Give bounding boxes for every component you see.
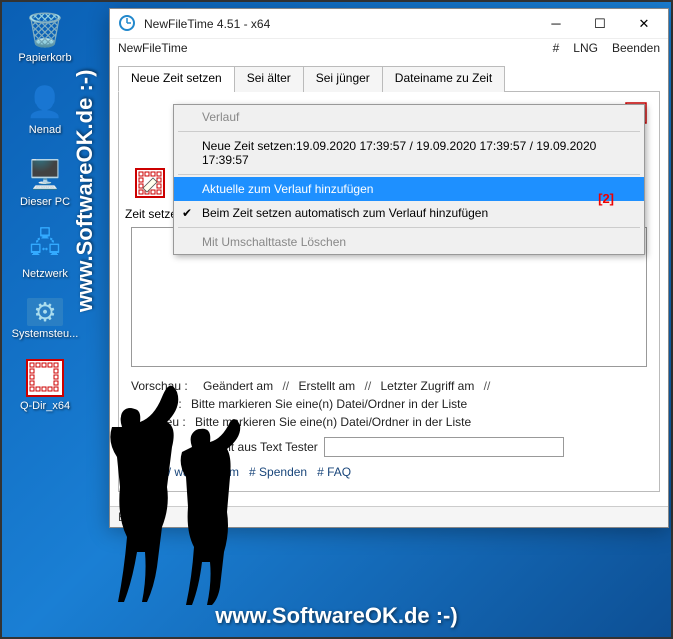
menu-item-verlauf: Verlauf xyxy=(174,105,644,129)
preview-info: Vorschau : Geändert am // Erstellt am //… xyxy=(131,377,647,479)
checkmark-icon: ✔ xyxy=(182,206,192,220)
tabs-area: Neue Zeit setzen Sei älter Sei jünger Da… xyxy=(110,59,668,492)
tabs: Neue Zeit setzen Sei älter Sei jünger Da… xyxy=(118,65,660,92)
history-dropdown-menu: Verlauf Neue Zeit setzen:19.09.2020 17:3… xyxy=(173,104,645,255)
neu-label: Neu : xyxy=(157,415,186,429)
watermark-bottom: www.SoftwareOK.de :-) xyxy=(215,603,457,629)
tab-sei-juenger[interactable]: Sei jünger xyxy=(303,66,383,92)
menu-hash[interactable]: # xyxy=(553,41,560,55)
control-panel-icon: ⚙ xyxy=(27,298,63,326)
erstellt-label: Erstellt am xyxy=(298,379,355,393)
tab-dateiname-zu-zeit[interactable]: Dateiname zu Zeit xyxy=(382,66,505,92)
alt-text: Bitte markieren Sie eine(n) Datei/Ordner… xyxy=(191,397,467,411)
maximize-button[interactable]: ☐ xyxy=(578,10,622,38)
menu-separator xyxy=(178,174,640,175)
app-icon xyxy=(118,14,138,34)
desktop-icon-nenad[interactable]: 👤 Nenad xyxy=(10,82,80,136)
window-title: NewFileTime 4.51 - x64 xyxy=(144,17,534,31)
desktop-icon-label: Netzwerk xyxy=(22,268,68,280)
menu-item-history-entry[interactable]: Neue Zeit setzen:19.09.2020 17:39:57 / 1… xyxy=(174,134,644,172)
menu-item-auto-add[interactable]: ✔ Beim Zeit setzen automatisch zum Verla… xyxy=(174,201,644,225)
network-icon: 🖧 xyxy=(25,226,65,266)
computer-icon: 🖥️ xyxy=(25,154,65,194)
link-site[interactable]: # http:// wareok.com xyxy=(131,465,239,479)
menu-item-add-current[interactable]: Aktuelle zum Verlauf hinzufügen xyxy=(174,177,644,201)
desktop-icon-systemsteuerung[interactable]: ⚙ Systemsteu... xyxy=(10,298,80,340)
tester-label: Zeit aus Text Tester xyxy=(214,440,318,454)
desktop-icon-label: Systemsteu... xyxy=(12,328,79,340)
link-faq[interactable]: # FAQ xyxy=(317,465,351,479)
desktop-icons: 🗑️ Papierkorb 👤 Nenad 🖥️ Dieser PC 🖧 Net… xyxy=(10,10,80,412)
desktop-icon-papierkorb[interactable]: 🗑️ Papierkorb xyxy=(10,10,80,64)
menu-item-label: Beim Zeit setzen automatisch zum Verlauf… xyxy=(202,206,488,220)
alt-label: Alt : xyxy=(161,397,182,411)
neu-text: Bitte markieren Sie eine(n) Datei/Ordner… xyxy=(195,415,471,429)
desktop-icon-qdir[interactable]: Q-Dir_x64 xyxy=(10,358,80,412)
minimize-button[interactable]: ─ xyxy=(534,10,578,38)
desktop-icon-label: Q-Dir_x64 xyxy=(20,400,70,412)
watermark-side: www.SoftwareOK.de :-) xyxy=(72,70,98,312)
menu-separator xyxy=(178,227,640,228)
titlebar: NewFileTime 4.51 - x64 ─ ☐ ✕ xyxy=(110,9,668,39)
menu-beenden[interactable]: Beenden xyxy=(612,41,660,55)
tab-content: ⟵ [1] Verlauf Neue Zeit setzen:19.09.202… xyxy=(118,92,660,492)
desktop-icon-label: Papierkorb xyxy=(18,52,71,64)
close-button[interactable]: ✕ xyxy=(622,10,666,38)
menu-separator xyxy=(178,131,640,132)
vorschau-label: Vorschau : xyxy=(131,379,188,393)
letzter-label: Letzter Zugriff am xyxy=(381,379,475,393)
qdir-icon xyxy=(25,358,65,398)
status-text: Bereit xyxy=(118,510,149,524)
zeit-setzen-button[interactable] xyxy=(127,165,173,201)
tab-neue-zeit[interactable]: Neue Zeit setzen xyxy=(118,66,235,92)
desktop-icon-dieser-pc[interactable]: 🖥️ Dieser PC xyxy=(10,154,80,208)
menubar-title[interactable]: NewFileTime xyxy=(118,41,553,55)
desktop-icon-label: Nenad xyxy=(29,124,61,136)
user-icon: 👤 xyxy=(25,82,65,122)
statusbar: Bereit xyxy=(110,506,668,527)
menubar: NewFileTime # LNG Beenden xyxy=(110,39,668,59)
geaendert-label: Geändert am xyxy=(203,379,273,393)
tab-sei-aelter[interactable]: Sei älter xyxy=(234,66,304,92)
menu-item-shift-delete[interactable]: Mit Umschalttaste Löschen xyxy=(174,230,644,254)
link-spenden[interactable]: # Spenden xyxy=(249,465,307,479)
recycle-bin-icon: 🗑️ xyxy=(25,10,65,50)
desktop-icon-label: Dieser PC xyxy=(20,196,70,208)
app-window: NewFileTime 4.51 - x64 ─ ☐ ✕ NewFileTime… xyxy=(109,8,669,528)
menu-lng[interactable]: LNG xyxy=(573,41,598,55)
annotation-2: [2] xyxy=(598,191,614,206)
desktop-icon-netzwerk[interactable]: 🖧 Netzwerk xyxy=(10,226,80,280)
text-tester-input[interactable] xyxy=(324,437,564,457)
